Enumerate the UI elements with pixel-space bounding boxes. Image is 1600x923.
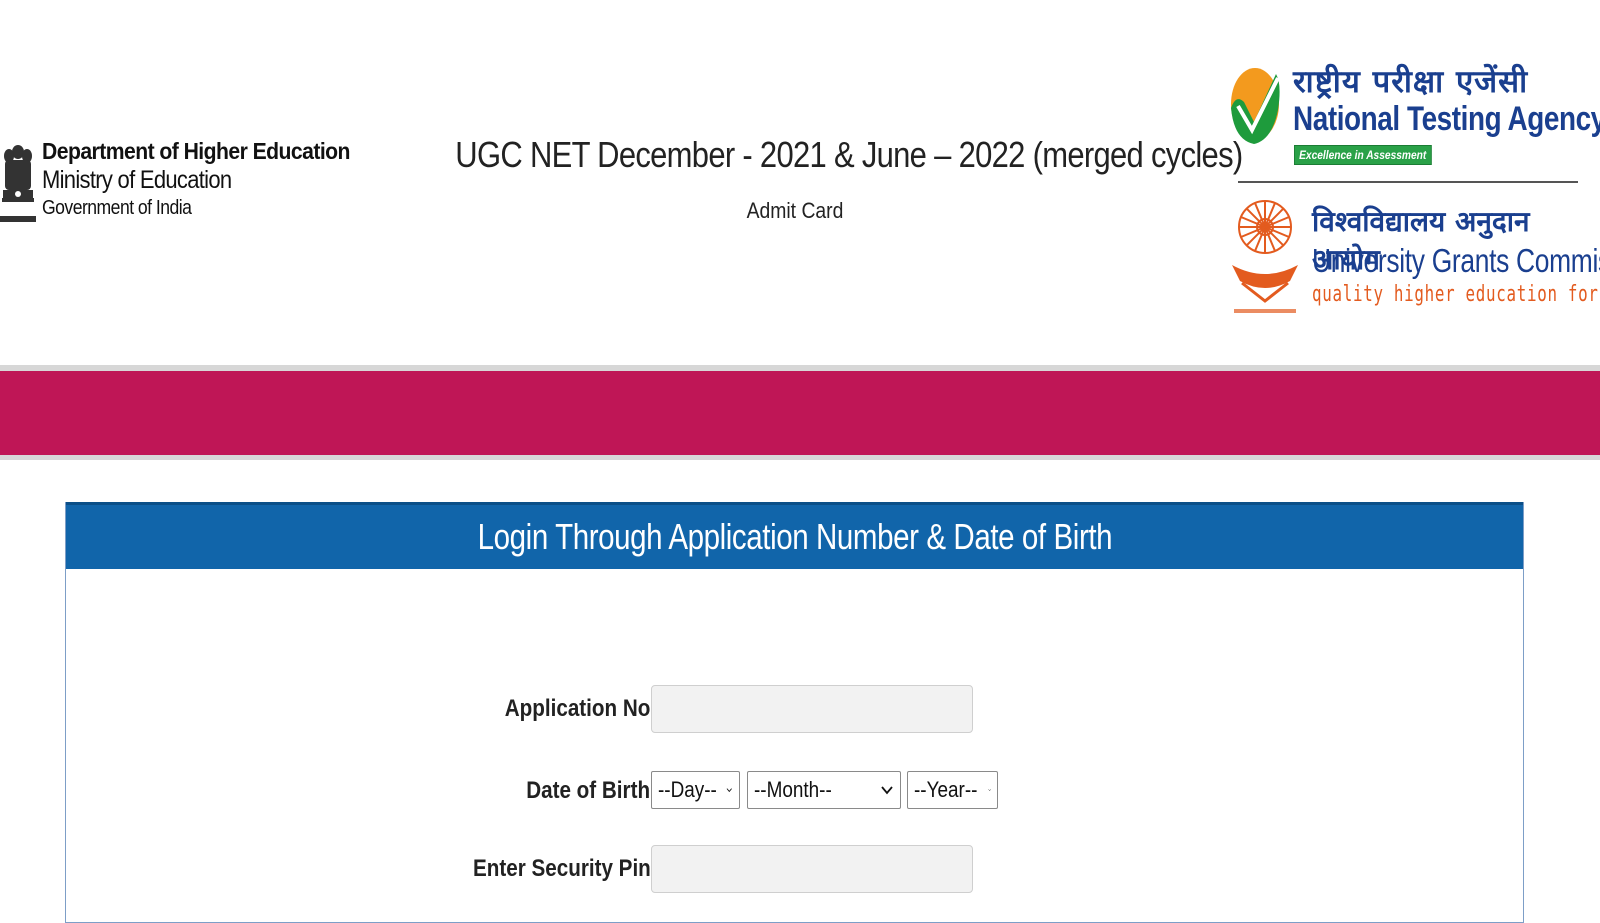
page-header: Department of Higher Education Ministry … [0,0,1600,360]
security-pin-input[interactable] [651,845,973,893]
dob-year-value: --Year-- [914,777,978,802]
ugc-tagline-word: higher [1393,282,1456,307]
dob-month-value: --Month-- [754,777,832,802]
security-pin-row: Enter Security Pin : [66,845,1523,895]
application-number-row: Application No : [66,685,1523,735]
application-number-input[interactable] [651,685,973,733]
ministry-block: Department of Higher Education Ministry … [0,138,377,230]
ministry-name: Ministry of Education [42,166,232,195]
nta-checkmark-icon [1231,68,1280,144]
government-name: Government of India [42,197,192,220]
dob-month-select[interactable]: --Month-- [747,771,901,809]
logo-divider [1238,181,1578,183]
date-of-birth-label: Date of Birth : [526,777,663,804]
login-panel: Login Through Application Number & Date … [65,502,1524,923]
ugc-english-name: University Grants Commission [1312,242,1600,279]
page-subtitle: Admit Card [746,198,844,223]
chevron-down-icon [881,786,893,795]
nta-tagline: Excellence in Assessment [1294,145,1432,165]
ugc-tagline: qualityhighereducationforall [1312,282,1600,307]
department-name: Department of Higher Education [42,138,350,164]
application-number-label: Application No : [504,695,663,722]
ugc-tagline-word: quality [1312,282,1384,307]
date-of-birth-row: Date of Birth : --Day-- --Month-- --Year… [66,767,1523,817]
nta-logo: राष्ट्रीय परीक्षा एजेंसी National Testin… [1228,60,1600,170]
title-block: UGC NET December - 2021 & June – 2022 (m… [400,134,1243,224]
nta-hindi-name: राष्ट्रीय परीक्षा एजेंसी [1293,64,1529,100]
login-panel-header: Login Through Application Number & Date … [66,502,1523,569]
chevron-down-icon [988,789,991,792]
ugc-tagline-word: education [1465,282,1558,307]
ugc-chakra-icon [1232,200,1298,313]
ugc-tagline-word: for [1567,282,1599,307]
chevron-down-icon [727,788,733,793]
dob-day-value: --Day-- [658,777,717,802]
ugc-logo: विश्वविद्यालय अनुदान आयोग University Gra… [1228,185,1600,325]
band-bottom-divider [0,455,1600,460]
dob-day-select[interactable]: --Day-- [651,771,740,809]
page-title: UGC NET December - 2021 & June – 2022 (m… [455,134,1243,175]
security-pin-label: Enter Security Pin : [472,855,663,882]
national-emblem-icon [0,145,36,222]
login-panel-title: Login Through Application Number & Date … [477,516,1112,557]
header-band [0,371,1600,455]
nta-english-name: National Testing Agency [1293,100,1600,138]
dob-year-select[interactable]: --Year-- [907,771,998,809]
